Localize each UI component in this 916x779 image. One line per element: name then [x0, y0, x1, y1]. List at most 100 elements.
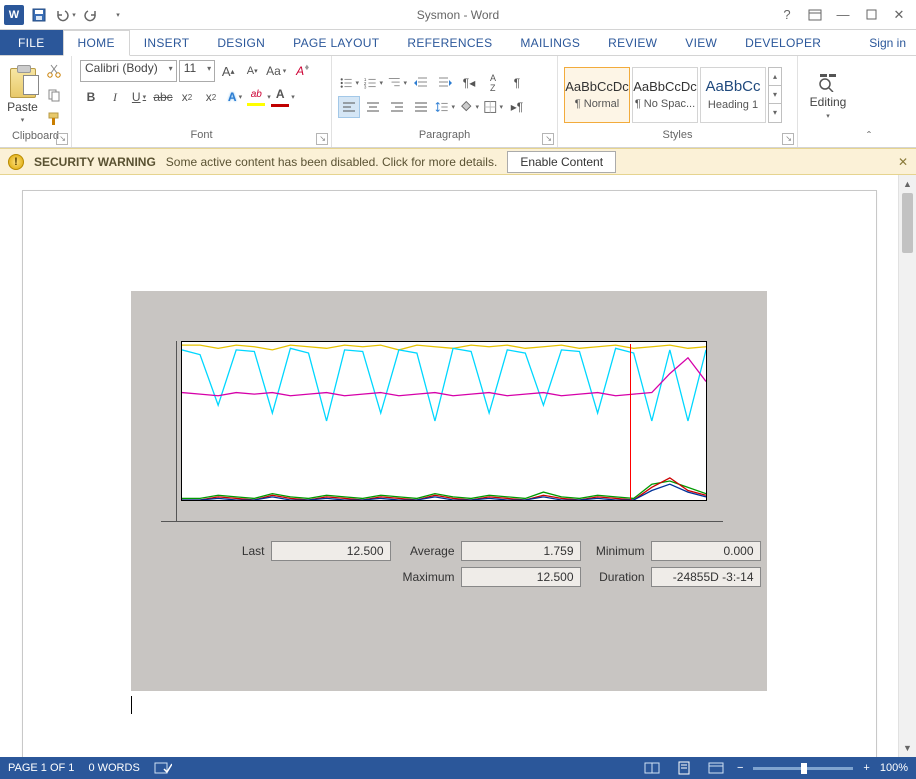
borders-button[interactable] — [482, 96, 504, 118]
sysmon-control[interactable]: Last 12.500 Average 1.759 Minimum 0.000 … — [131, 291, 767, 691]
qat-customize-button[interactable] — [106, 4, 128, 26]
clear-formatting-button[interactable]: A♦ — [289, 60, 311, 82]
style-normal[interactable]: AaBbCcDc¶ Normal — [564, 67, 630, 123]
font-size-select[interactable]: 11 — [179, 60, 215, 82]
style-no-spacing[interactable]: AaBbCcDc¶ No Spac... — [632, 67, 698, 123]
zoom-thumb[interactable] — [801, 763, 807, 774]
underline-button[interactable]: U — [128, 86, 150, 108]
bold-button[interactable]: B — [80, 86, 102, 108]
tab-view[interactable]: VIEW — [671, 30, 731, 55]
maximum-label: Maximum — [391, 570, 461, 584]
security-warning-title: SECURITY WARNING — [34, 155, 156, 169]
enable-content-button[interactable]: Enable Content — [507, 151, 616, 173]
zoom-level[interactable]: 100% — [880, 762, 908, 774]
format-painter-button[interactable] — [43, 108, 65, 130]
italic-button[interactable]: I — [104, 86, 126, 108]
decrease-indent-button[interactable] — [410, 72, 432, 94]
group-font: Calibri (Body) 11 A▴ A▾ Aa A♦ B I U abc … — [72, 56, 332, 147]
ltr-button[interactable]: ¶◂ — [458, 72, 480, 94]
tab-references[interactable]: REFERENCES — [393, 30, 506, 55]
styles-gallery-scroll[interactable]: ▴▾▾ — [768, 67, 782, 123]
text-effects-button[interactable]: A — [224, 86, 246, 108]
grow-font-button[interactable]: A▴ — [217, 60, 239, 82]
scroll-down-button[interactable]: ▼ — [899, 739, 916, 757]
editing-button[interactable]: Editing ▾ — [804, 63, 852, 127]
save-icon[interactable] — [28, 4, 50, 26]
tab-review[interactable]: REVIEW — [594, 30, 671, 55]
word-count[interactable]: 0 WORDS — [88, 762, 139, 774]
group-editing: Editing ▾ — [798, 56, 858, 147]
align-left-button[interactable] — [338, 96, 360, 118]
ribbon-display-options-icon[interactable] — [802, 5, 828, 25]
tab-insert[interactable]: INSERT — [130, 30, 204, 55]
read-mode-button[interactable] — [641, 759, 663, 777]
tab-mailings[interactable]: MAILINGS — [506, 30, 594, 55]
tab-page-layout[interactable]: PAGE LAYOUT — [279, 30, 393, 55]
bullets-button[interactable] — [338, 72, 360, 94]
undo-button[interactable] — [54, 4, 76, 26]
line-spacing-button[interactable] — [434, 96, 456, 118]
scroll-thumb[interactable] — [902, 193, 913, 253]
show-marks-button[interactable]: ¶ — [506, 72, 528, 94]
change-case-button[interactable]: Aa — [265, 60, 287, 82]
paste-button[interactable]: Paste ▾ — [6, 63, 39, 127]
multilevel-list-button[interactable] — [386, 72, 408, 94]
sign-in-link[interactable]: Sign in — [859, 30, 916, 55]
group-label-styles: Styles↘ — [558, 129, 797, 147]
sort-button[interactable]: AZ — [482, 72, 504, 94]
copy-button[interactable] — [43, 84, 65, 106]
group-styles: AaBbCcDc¶ Normal AaBbCcDc¶ No Spac... Aa… — [558, 56, 798, 147]
web-layout-button[interactable] — [705, 759, 727, 777]
zoom-in-button[interactable]: + — [863, 762, 869, 774]
superscript-button[interactable]: x2 — [200, 86, 222, 108]
spellcheck-icon[interactable] — [154, 761, 172, 775]
align-right-button[interactable] — [386, 96, 408, 118]
window-controls: ? — ✕ — [774, 5, 916, 25]
styles-dialog-launcher[interactable]: ↘ — [782, 133, 794, 145]
style-heading-1[interactable]: AaBbCcHeading 1 — [700, 67, 766, 123]
clipboard-dialog-launcher[interactable]: ↘ — [56, 133, 68, 145]
tab-design[interactable]: DESIGN — [203, 30, 279, 55]
tab-developer[interactable]: DEVELOPER — [731, 30, 835, 55]
shading-button[interactable] — [458, 96, 480, 118]
scroll-up-button[interactable]: ▲ — [899, 175, 916, 193]
help-icon[interactable]: ? — [774, 5, 800, 25]
paste-icon — [10, 68, 36, 98]
title-bar: W Sysmon - Word ? — ✕ — [0, 0, 916, 30]
zoom-out-button[interactable]: − — [737, 762, 743, 774]
styles-gallery: AaBbCcDc¶ Normal AaBbCcDc¶ No Spac... Aa… — [564, 67, 782, 123]
page-indicator[interactable]: PAGE 1 OF 1 — [8, 762, 74, 774]
word-app-icon: W — [4, 5, 24, 25]
print-layout-button[interactable] — [673, 759, 695, 777]
tab-file[interactable]: FILE — [0, 30, 63, 55]
document-area[interactable]: Last 12.500 Average 1.759 Minimum 0.000 … — [0, 175, 898, 757]
rtl-button[interactable]: ▸¶ — [506, 96, 528, 118]
increase-indent-button[interactable] — [434, 72, 456, 94]
highlight-button[interactable]: ab — [248, 86, 270, 108]
cut-button[interactable] — [43, 60, 65, 82]
paragraph-dialog-launcher[interactable]: ↘ — [542, 133, 554, 145]
justify-button[interactable] — [410, 96, 432, 118]
zoom-slider[interactable] — [753, 767, 853, 770]
maximize-button[interactable] — [858, 5, 884, 25]
font-color-button[interactable]: A — [272, 86, 294, 108]
last-label: Last — [191, 544, 271, 558]
security-warning-message[interactable]: Some active content has been disabled. C… — [166, 155, 498, 169]
text-cursor — [131, 696, 132, 714]
group-label-font: Font↘ — [72, 129, 331, 147]
font-name-select[interactable]: Calibri (Body) — [80, 60, 177, 82]
subscript-button[interactable]: x2 — [176, 86, 198, 108]
strikethrough-button[interactable]: abc — [152, 86, 174, 108]
numbering-button[interactable]: 123 — [362, 72, 384, 94]
vertical-scrollbar[interactable]: ▲ ▼ — [898, 175, 916, 757]
font-dialog-launcher[interactable]: ↘ — [316, 133, 328, 145]
shrink-font-button[interactable]: A▾ — [241, 60, 263, 82]
minimize-button[interactable]: — — [830, 5, 856, 25]
redo-button[interactable] — [80, 4, 102, 26]
tab-home[interactable]: HOME — [63, 30, 130, 56]
collapse-ribbon-button[interactable]: ˆ — [858, 56, 880, 147]
align-center-button[interactable] — [362, 96, 384, 118]
close-button[interactable]: ✕ — [886, 5, 912, 25]
duration-label: Duration — [581, 570, 651, 584]
security-close-button[interactable]: ✕ — [898, 155, 908, 169]
